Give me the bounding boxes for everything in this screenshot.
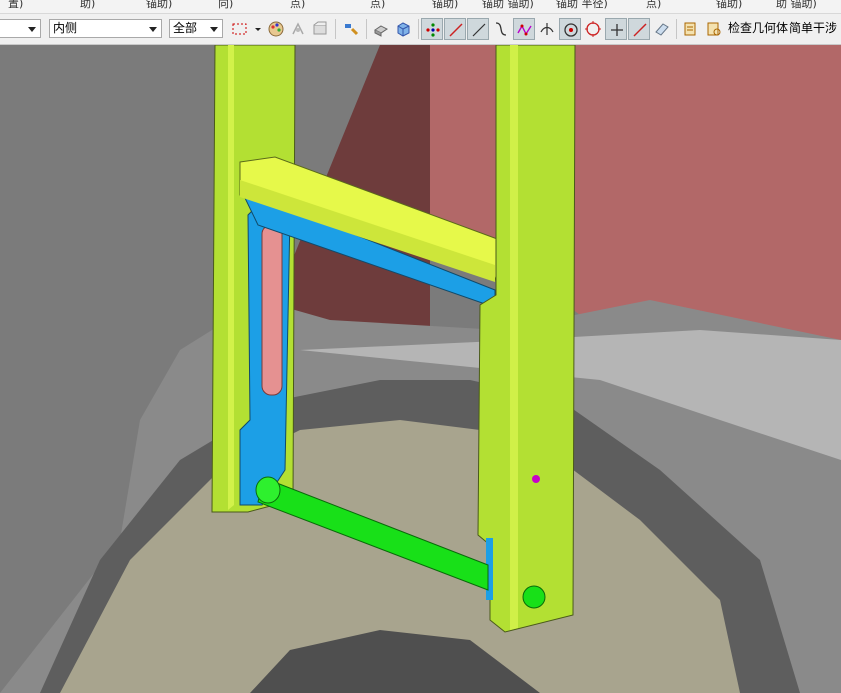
menu-label[interactable]: 锚助 半径) <box>556 0 608 11</box>
circle-button[interactable] <box>582 18 604 40</box>
section-icon <box>655 23 669 36</box>
snap-icon <box>292 22 304 35</box>
interference-icon-button[interactable] <box>703 18 725 40</box>
menu-label[interactable]: 向) <box>218 0 233 11</box>
magenta-point <box>532 475 540 483</box>
polyline-icon <box>517 24 532 36</box>
interference-icon <box>707 22 721 36</box>
left-upright-edge <box>228 45 234 510</box>
points-icon <box>426 23 440 37</box>
toolbar-divider <box>335 19 336 39</box>
select-dropdown-button[interactable] <box>251 18 263 40</box>
select-box-icon <box>232 23 247 35</box>
polyline-button[interactable] <box>513 18 535 40</box>
slash-button[interactable] <box>628 18 650 40</box>
curve-icon <box>495 22 507 36</box>
menu-label[interactable]: 助) <box>80 0 95 11</box>
menu-label[interactable]: 点) <box>370 0 385 11</box>
selection-toolbar: 内侧 全部 检查几何体 简单干涉 <box>0 14 841 45</box>
green-pin <box>522 585 546 609</box>
graphics-viewport[interactable] <box>0 45 841 693</box>
tools-icon <box>345 24 359 36</box>
chevron-down-icon <box>210 27 218 32</box>
intersection-icon <box>540 23 554 35</box>
component-icon <box>313 21 327 35</box>
circle-center-icon <box>564 23 578 37</box>
color-button[interactable] <box>265 18 287 40</box>
palette-icon <box>268 21 284 37</box>
menu-label[interactable]: 锚助) <box>432 0 458 11</box>
menu-label[interactable]: 助 锚助) <box>776 0 817 11</box>
toolbar-divider <box>418 19 419 39</box>
intersection-button[interactable] <box>536 18 558 40</box>
chevron-down-icon <box>149 27 157 32</box>
right-upright-edge <box>510 45 518 630</box>
filter-side-select[interactable]: 内侧 <box>49 19 162 38</box>
filter-type-select[interactable] <box>0 19 41 38</box>
solid-button[interactable] <box>370 18 392 40</box>
filter-side-value: 内侧 <box>53 21 78 35</box>
check-geometry-icon <box>684 22 696 36</box>
line-icon <box>472 23 486 37</box>
menu-label[interactable]: 锚助) <box>716 0 742 11</box>
menu-label[interactable]: 点) <box>646 0 661 11</box>
line-icon <box>449 23 463 37</box>
check-geometry-icon-button[interactable] <box>680 18 702 40</box>
green-rod-end <box>255 476 281 504</box>
cad-scene[interactable] <box>0 45 841 693</box>
section-button[interactable] <box>651 18 673 40</box>
line-button[interactable] <box>444 18 466 40</box>
circle-center-button[interactable] <box>559 18 581 40</box>
line-button-2[interactable] <box>467 18 489 40</box>
check-geometry-button[interactable]: 检查几何体 <box>728 20 788 36</box>
menu-label[interactable]: 置) <box>8 0 23 11</box>
slash-icon <box>633 23 647 37</box>
points-button[interactable] <box>421 18 443 40</box>
block-button[interactable] <box>392 18 414 40</box>
chevron-down-icon <box>255 28 261 31</box>
menu-label[interactable]: 锚助 锚助) <box>482 0 534 11</box>
filter-scope-select[interactable]: 全部 <box>169 19 223 38</box>
toolbar-divider <box>676 19 677 39</box>
toolbar-divider <box>366 19 367 39</box>
menu-label[interactable]: 锚助) <box>146 0 172 11</box>
select-box-button[interactable] <box>229 18 251 40</box>
left-slot <box>261 224 283 396</box>
plus-icon <box>611 24 623 36</box>
menu-label[interactable]: 点) <box>290 0 305 11</box>
curve-button[interactable] <box>490 18 512 40</box>
circle-icon <box>585 21 601 37</box>
simple-interference-button[interactable]: 简单干涉 <box>789 20 837 36</box>
component-button[interactable] <box>309 18 331 40</box>
snap-button[interactable] <box>287 18 309 40</box>
menu-strip: 置) 助) 锚助) 向) 点) 点) 锚助) 锚助 锚助) 锚助 半径) 点) … <box>0 0 841 14</box>
filter-scope-value: 全部 <box>173 21 198 35</box>
plus-button[interactable] <box>605 18 627 40</box>
solid-icon <box>374 25 388 37</box>
chevron-down-icon <box>28 27 36 32</box>
block-icon <box>397 22 410 37</box>
tools-button[interactable] <box>340 18 362 40</box>
